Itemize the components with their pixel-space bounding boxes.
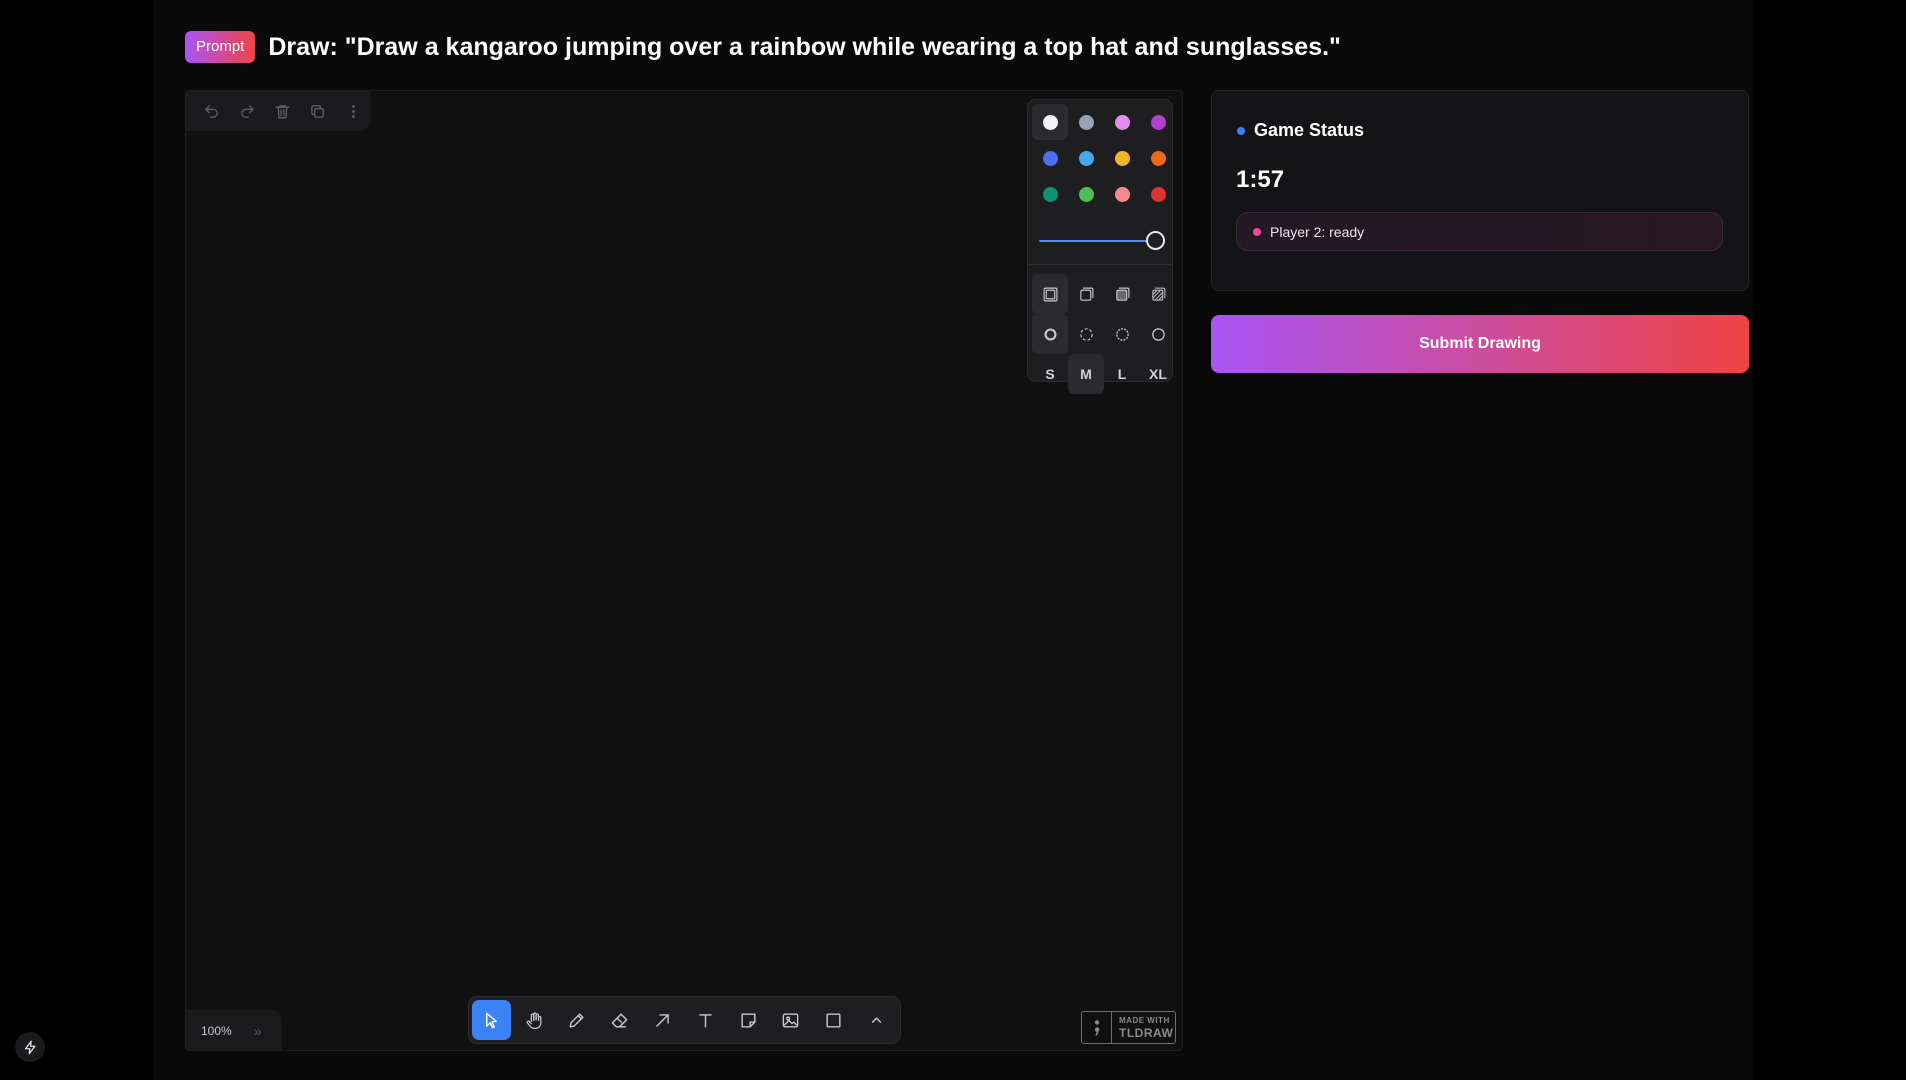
- color-swatch-green[interactable]: [1032, 176, 1068, 212]
- fill-pattern-icon[interactable]: [1140, 274, 1176, 314]
- status-dot: [1237, 126, 1245, 135]
- zoom-menu[interactable]: 100% »: [186, 1010, 282, 1050]
- color-dot: [1114, 114, 1130, 130]
- text-icon[interactable]: [686, 1000, 725, 1040]
- fill-solid-icon[interactable]: [1104, 274, 1140, 314]
- color-dot: [1078, 186, 1094, 202]
- size-s-button[interactable]: S: [1032, 354, 1068, 394]
- dash-dashed-icon[interactable]: [1068, 314, 1104, 354]
- watermark-text: MADE WITH TLDRAW: [1112, 1015, 1174, 1040]
- tldraw-watermark[interactable]: MADE WITH TLDRAW: [1081, 1011, 1176, 1044]
- color-swatch-yellow[interactable]: [1104, 140, 1140, 176]
- game-status-card: Game Status 1:57 Player 2: ready: [1211, 90, 1749, 291]
- prompt-badge: Prompt: [185, 31, 256, 63]
- drawing-canvas[interactable]: S M L XL 100% » MADE WITH TLDRAW: [185, 90, 1183, 1051]
- color-swatch-light-blue[interactable]: [1068, 140, 1104, 176]
- zoom-label: 100%: [201, 1024, 232, 1038]
- trash-icon[interactable]: [265, 91, 300, 131]
- color-dot: [1150, 150, 1166, 166]
- color-swatch-light-green[interactable]: [1068, 176, 1104, 212]
- eraser-icon[interactable]: [600, 1000, 639, 1040]
- color-dot: [1114, 186, 1130, 202]
- opacity-slider[interactable]: [1039, 230, 1165, 252]
- player-status-dot: [1253, 227, 1261, 236]
- color-swatch-red[interactable]: [1140, 176, 1176, 212]
- color-dot: [1042, 114, 1058, 130]
- size-xl-button[interactable]: XL: [1140, 354, 1176, 394]
- panel-divider: [1028, 264, 1172, 265]
- prompt-title: Draw: "Draw a kangaroo jumping over a ra…: [268, 32, 1341, 61]
- player-status-text: Player 2: ready: [1270, 223, 1365, 240]
- expand-chevron-icon[interactable]: »: [254, 1023, 262, 1039]
- tldraw-logo-icon: [1082, 1012, 1112, 1043]
- prompt-header: Prompt Draw: "Draw a kangaroo jumping ov…: [185, 31, 1341, 63]
- note-icon[interactable]: [729, 1000, 768, 1040]
- status-heading: Game Status: [1237, 120, 1364, 141]
- submit-drawing-button[interactable]: Submit Drawing: [1211, 315, 1749, 373]
- size-m-button[interactable]: M: [1068, 354, 1104, 394]
- select-icon[interactable]: [472, 1000, 511, 1040]
- color-swatch-white[interactable]: [1032, 104, 1068, 140]
- dash-solid-icon[interactable]: [1140, 314, 1176, 354]
- size-l-button[interactable]: L: [1104, 354, 1140, 394]
- status-title: Game Status: [1254, 120, 1365, 140]
- countdown-timer: 1:57: [1236, 166, 1285, 193]
- redo-icon[interactable]: [229, 91, 264, 131]
- color-swatch-violet[interactable]: [1140, 104, 1176, 140]
- color-dot: [1042, 150, 1058, 166]
- watermark-small: MADE WITH: [1119, 1015, 1170, 1025]
- opacity-slider-thumb[interactable]: [1146, 231, 1165, 250]
- rectangle-icon[interactable]: [814, 1000, 853, 1040]
- duplicate-icon[interactable]: [300, 91, 335, 131]
- color-dot: [1114, 150, 1130, 166]
- opacity-slider-track: [1039, 240, 1153, 242]
- style-options: S M L XL: [1032, 274, 1176, 394]
- color-dot: [1078, 150, 1094, 166]
- color-swatch-light-red[interactable]: [1104, 176, 1140, 212]
- asset-icon[interactable]: [772, 1000, 811, 1040]
- canvas-actions-bar: [186, 91, 371, 131]
- color-dot: [1078, 114, 1094, 130]
- dash-draw-icon[interactable]: [1032, 314, 1068, 354]
- draw-icon[interactable]: [558, 1000, 597, 1040]
- color-swatch-grey[interactable]: [1068, 104, 1104, 140]
- more-vertical-icon[interactable]: [336, 91, 371, 131]
- tool-toolbar: [468, 996, 901, 1044]
- color-dot: [1042, 186, 1058, 202]
- lightning-icon[interactable]: [15, 1032, 45, 1062]
- style-panel: S M L XL: [1027, 99, 1176, 394]
- dash-dotted-icon[interactable]: [1104, 314, 1140, 354]
- undo-icon[interactable]: [194, 91, 229, 131]
- player-status-pill: Player 2: ready: [1236, 212, 1723, 251]
- fill-none-icon[interactable]: [1032, 274, 1068, 314]
- color-dot: [1150, 186, 1166, 202]
- fill-semi-icon[interactable]: [1068, 274, 1104, 314]
- color-swatches: [1032, 104, 1176, 212]
- color-swatch-light-violet[interactable]: [1104, 104, 1140, 140]
- app-main: Prompt Draw: "Draw a kangaroo jumping ov…: [153, 0, 1753, 1080]
- color-swatch-orange[interactable]: [1140, 140, 1176, 176]
- chevron-up-icon[interactable]: [857, 1000, 896, 1040]
- watermark-big: TLDRAW: [1119, 1025, 1174, 1040]
- color-swatch-blue[interactable]: [1032, 140, 1068, 176]
- color-dot: [1150, 114, 1166, 130]
- hand-icon[interactable]: [515, 1000, 554, 1040]
- arrow-icon[interactable]: [643, 1000, 682, 1040]
